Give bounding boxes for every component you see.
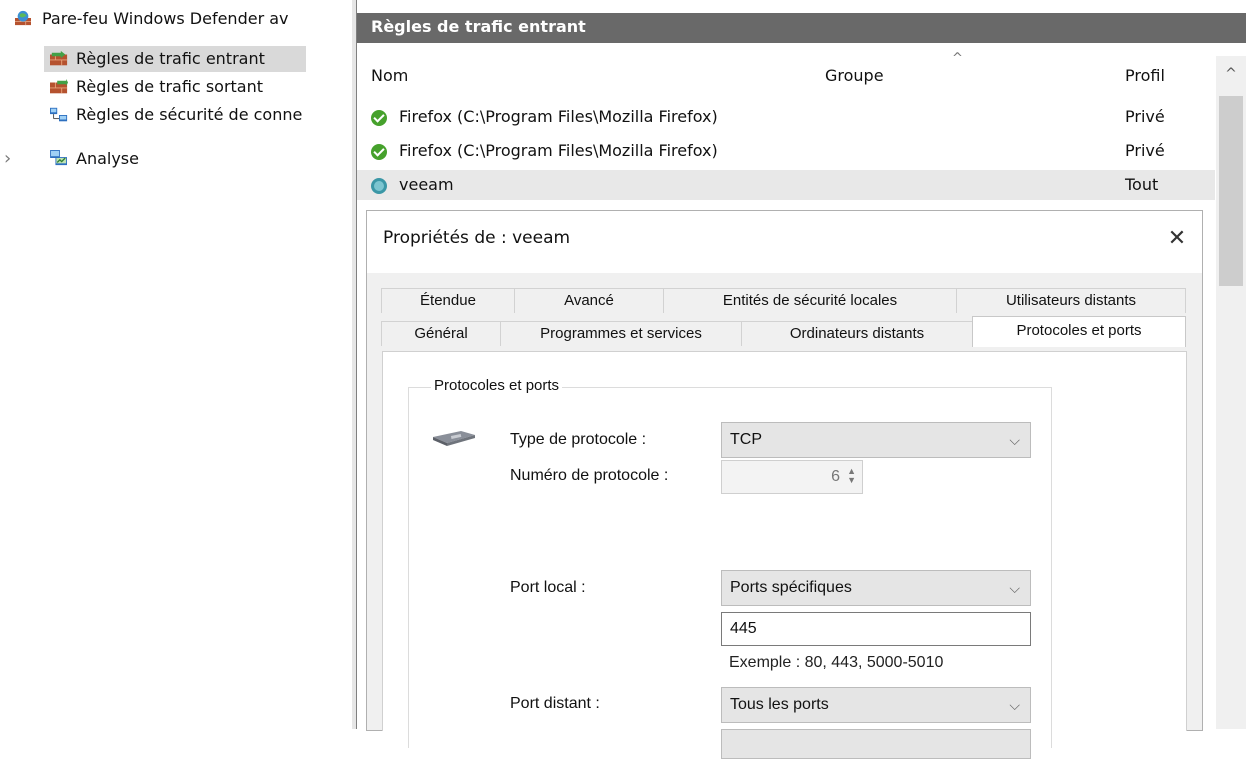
local-port-select[interactable]: Ports spécifiques ⌵ [721,570,1031,606]
table-row[interactable]: Firefox (C:\Program Files\Mozilla Firefo… [357,136,1215,166]
sort-ascending-icon: ^ [952,51,963,66]
secure-allow-icon [371,178,387,194]
tree-item-label: Analyse [76,149,139,168]
column-header-group[interactable]: Groupe [825,63,884,89]
local-port-mode-value: Ports spécifiques [730,579,852,596]
tab-local-principals[interactable]: Entités de sécurité locales [663,288,957,313]
rule-name: veeam [399,175,454,194]
outbound-rules-icon [50,79,68,94]
port-example-hint: Exemple : 80, 443, 5000-5010 [729,654,944,671]
dialog-title: Propriétés de : veeam [383,228,571,248]
protocols-ports-group: Protocoles et ports Type de protocole : … [408,377,1052,759]
tree-item-label: Règles de sécurité de conne [76,105,303,124]
allow-icon [371,144,387,160]
tree-item-outbound-rules[interactable]: Règles de trafic sortant [44,74,352,100]
expand-chevron-icon[interactable]: › [4,146,11,172]
remote-port-select[interactable]: Tous les ports ⌵ [721,687,1031,723]
table-row[interactable]: veeam Tout [357,170,1215,200]
network-cable-icon [433,431,475,446]
chevron-down-icon: ⌵ [1009,697,1020,713]
tree-item-label: Règles de trafic sortant [76,77,264,96]
protocol-type-label: Type de protocole : [510,431,647,448]
tab-remote-users[interactable]: Utilisateurs distants [956,288,1186,313]
tree-item-inbound-rules[interactable]: Règles de trafic entrant [44,46,306,72]
properties-dialog: Propriétés de : veeam ✕ Étendue Avancé E… [366,210,1203,759]
group-title: Protocoles et ports [431,377,563,394]
protocol-type-select[interactable]: TCP ⌵ [721,422,1031,458]
tab-protocols-ports[interactable]: Protocoles et ports [972,316,1186,347]
tree-item-label: Règles de trafic entrant [76,49,265,68]
table-row[interactable]: Firefox (C:\Program Files\Mozilla Firefo… [357,102,1215,132]
scroll-thumb[interactable] [1219,96,1243,286]
remote-port-label: Port distant : [510,695,600,712]
tree-item-monitoring[interactable]: › Analyse [0,146,352,172]
tab-advanced[interactable]: Avancé [514,288,664,313]
remote-port-mode-value: Tous les ports [730,696,829,713]
tree-item-connection-security-rules[interactable]: Règles de sécurité de conne [44,102,352,128]
scroll-up-icon[interactable]: ^ [1216,56,1246,92]
remote-port-input[interactable] [721,729,1031,759]
tab-scope[interactable]: Étendue [381,288,515,313]
column-header-name[interactable]: Nom [371,63,408,89]
inbound-rules-icon [50,51,68,66]
rule-name: Firefox (C:\Program Files\Mozilla Firefo… [399,141,718,160]
tab-remote-computers[interactable]: Ordinateurs distants [741,321,973,346]
connection-security-icon [50,107,68,122]
chevron-down-icon: ⌵ [1009,580,1020,596]
dialog-titlebar[interactable]: Propriétés de : veeam ✕ [367,211,1202,273]
tab-general[interactable]: Général [381,321,501,346]
pane-header: Règles de trafic entrant [357,13,1246,43]
spin-arrows-icon[interactable]: ▲ ▼ [846,467,856,487]
protocol-type-value: TCP [730,431,762,448]
rule-name: Firefox (C:\Program Files\Mozilla Firefo… [399,107,718,126]
rule-profile: Privé [1125,141,1165,160]
column-header-profile[interactable]: Profil [1125,63,1165,89]
local-port-value: 445 [730,620,757,637]
vertical-scrollbar[interactable]: ^ [1216,56,1246,729]
protocol-number-label: Numéro de protocole : [510,467,669,484]
protocol-number-stepper[interactable]: 6 ▲ ▼ [721,460,863,494]
local-port-input[interactable]: 445 [721,612,1031,646]
protocol-number-value: 6 [831,468,840,485]
tab-programs-services[interactable]: Programmes et services [500,321,742,346]
firewall-globe-icon [15,10,31,26]
monitoring-icon [50,150,67,166]
chevron-down-icon: ⌵ [1009,432,1020,448]
local-port-label: Port local : [510,579,586,596]
pane-title: Règles de trafic entrant [371,17,586,36]
navigation-tree: Pare-feu Windows Defender av Règles de t… [0,0,352,729]
rule-profile: Tout [1125,175,1159,194]
tab-panel-protocols-ports: Protocoles et ports Type de protocole : … [382,351,1187,759]
tree-root-firewall[interactable]: Pare-feu Windows Defender av [0,6,352,32]
rule-profile: Privé [1125,107,1165,126]
tree-root-label: Pare-feu Windows Defender av [42,9,289,28]
allow-icon [371,110,387,126]
close-icon[interactable]: ✕ [1162,221,1192,257]
